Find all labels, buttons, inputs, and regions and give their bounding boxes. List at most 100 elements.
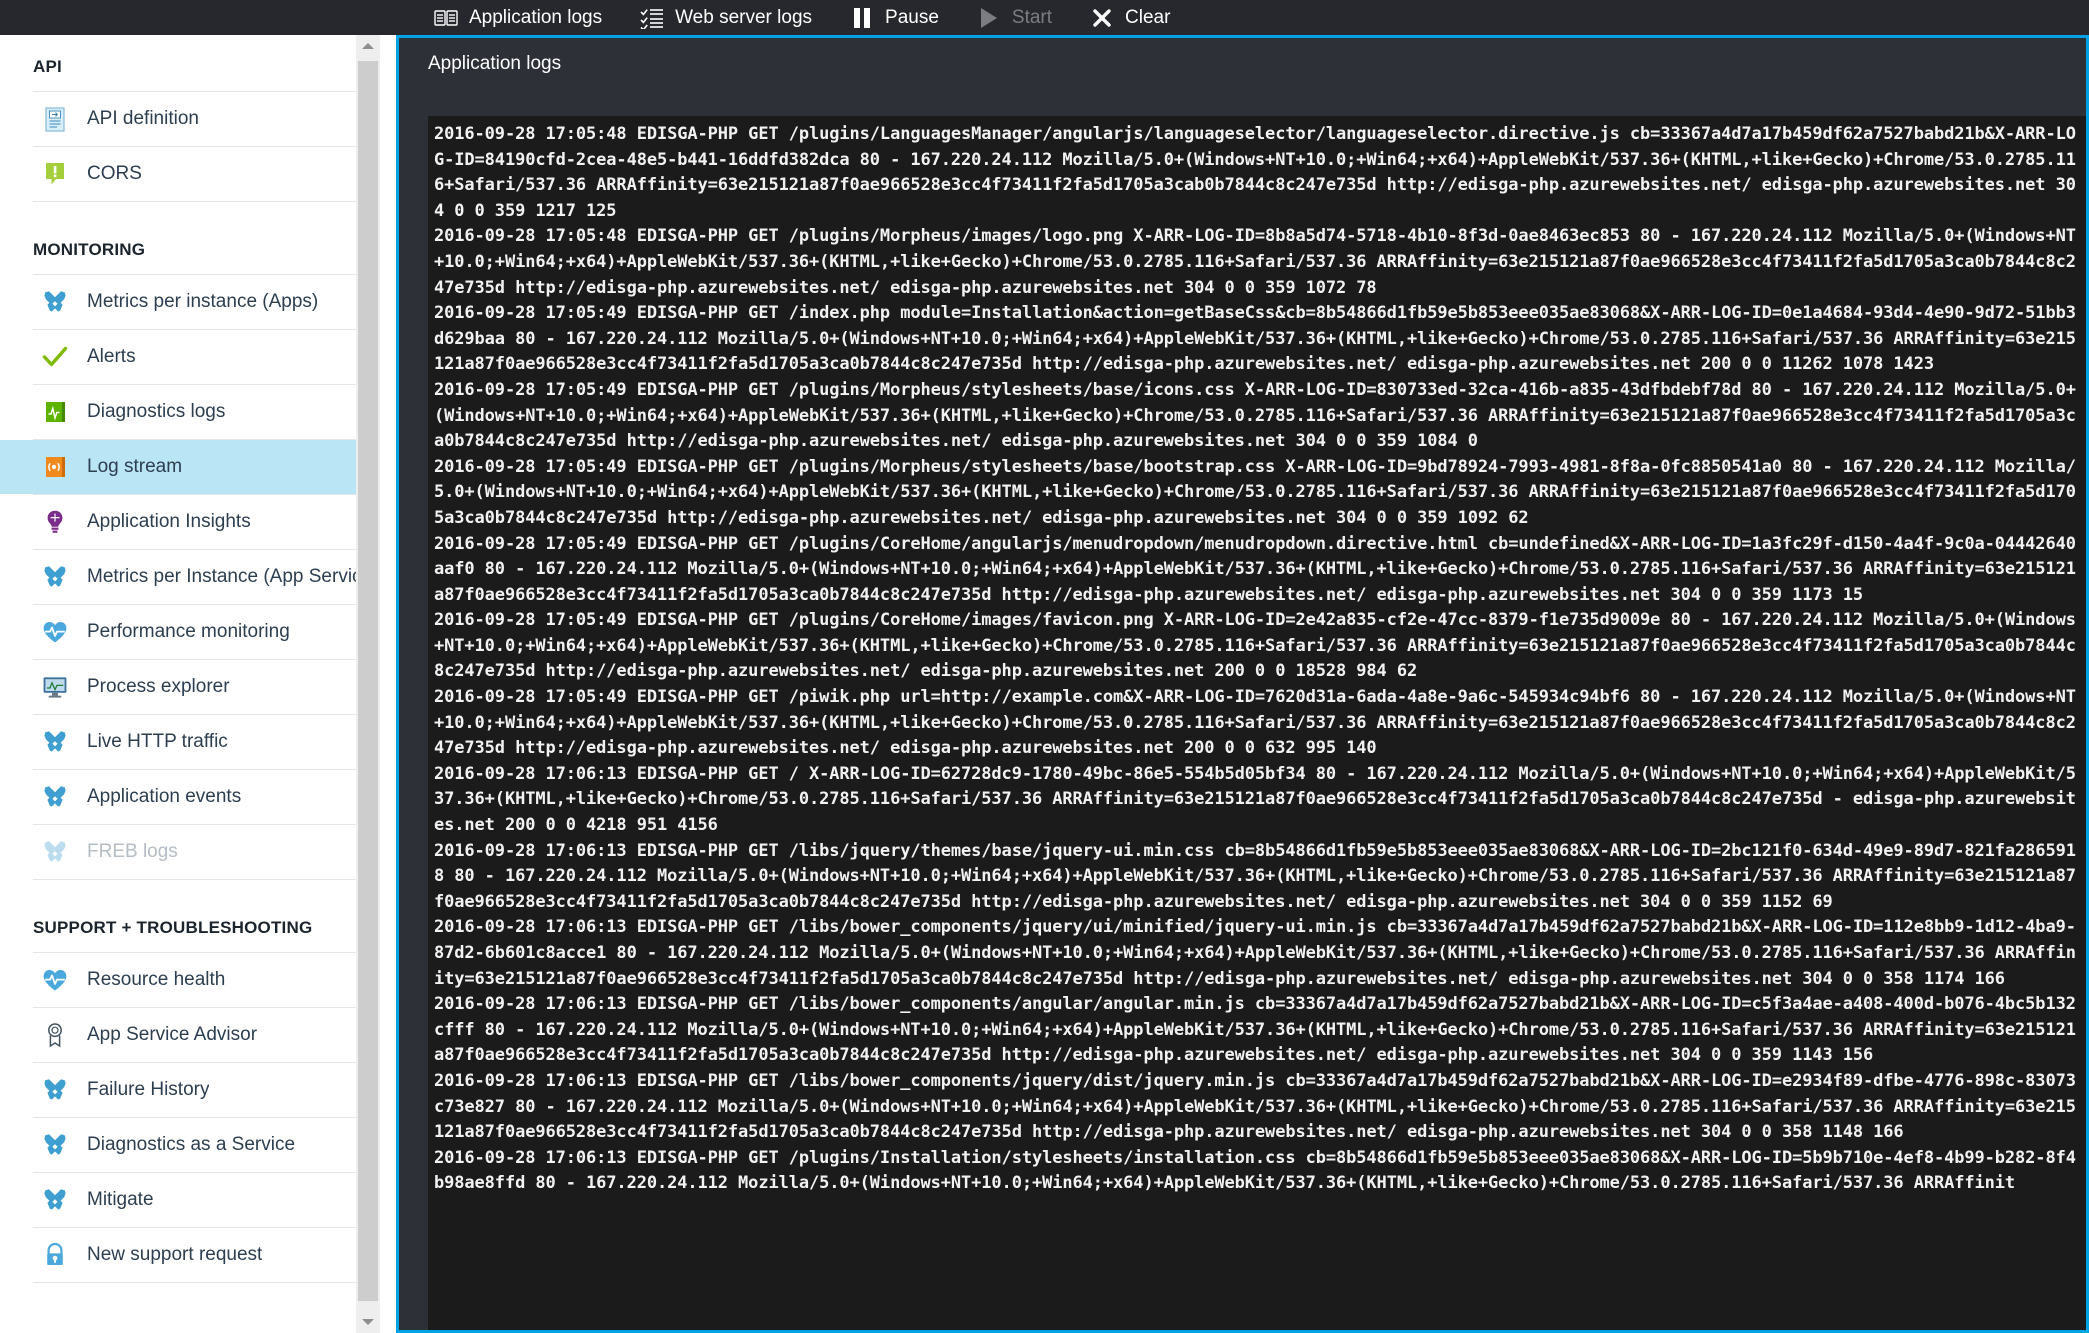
sidebar-item-log-stream[interactable]: Log stream	[0, 440, 380, 494]
log-line: 2016-09-28 17:05:49 EDISGA-PHP GET /plug…	[434, 610, 2076, 682]
log-line: 2016-09-28 17:05:49 EDISGA-PHP GET /plug…	[434, 456, 2076, 528]
sidebar-item-label: Performance monitoring	[87, 621, 290, 642]
sidebar-item-mitigate[interactable]: Mitigate	[0, 1173, 380, 1227]
toolbar-button-label: Clear	[1125, 7, 1171, 28]
book-icon	[434, 7, 458, 29]
log-panel-title: Application logs	[399, 38, 2086, 90]
api-definition-icon	[41, 106, 68, 133]
lightbulb-icon	[41, 509, 68, 536]
log-line: 2016-09-28 17:06:13 EDISGA-PHP GET /libs…	[434, 840, 2076, 912]
checkmark-icon	[41, 344, 68, 371]
toolbar-button-start: Start	[967, 0, 1062, 35]
sidebar-item-label: Diagnostics as a Service	[87, 1134, 296, 1155]
log-stream-icon	[41, 454, 68, 481]
tools-icon	[41, 784, 68, 811]
toolbar-button-application-logs[interactable]: Application logs	[424, 0, 612, 35]
support-request-icon	[41, 1242, 68, 1269]
log-line: 2016-09-28 17:05:48 EDISGA-PHP GET /plug…	[434, 124, 2076, 221]
sidebar-item-label: Metrics per instance (Apps)	[87, 291, 319, 312]
sidebar-item-metrics-per-instance-apps[interactable]: Metrics per instance (Apps)	[0, 275, 380, 329]
sidebar-group-title: API	[33, 57, 62, 76]
log-output[interactable]: 2016-09-28 17:05:48 EDISGA-PHP GET /plug…	[428, 116, 2086, 1330]
sidebar-item-label: Process explorer	[87, 676, 230, 697]
log-stream-toolbar: Application logs Web server logs Pause Star…	[0, 0, 2089, 35]
log-stream-panel: Application logs 2016-09-28 17:05:48 EDI…	[396, 35, 2089, 1333]
toolbar-button-label: Application logs	[469, 7, 603, 28]
tools-icon	[41, 839, 68, 866]
sidebar-item-new-support-request[interactable]: New support request	[0, 1228, 380, 1282]
diagnostics-logs-icon	[41, 399, 68, 426]
scroll-up-arrow-icon[interactable]	[356, 35, 380, 57]
tools-icon	[41, 1132, 68, 1159]
close-x-icon	[1090, 7, 1114, 29]
sidebar-item-metrics-per-instance-app-servic[interactable]: Metrics per Instance (App Servic...	[0, 550, 380, 604]
sidebar-item-label: Alerts	[87, 346, 136, 367]
tools-icon	[41, 1187, 68, 1214]
sidebar-item-alerts[interactable]: Alerts	[0, 330, 380, 384]
divider	[33, 1282, 363, 1283]
play-icon	[977, 7, 1001, 29]
sidebar-item-label: Metrics per Instance (App Servic...	[87, 566, 378, 587]
sidebar-group-title: SUPPORT + TROUBLESHOOTING	[33, 918, 313, 937]
log-line: 2016-09-28 17:06:13 EDISGA-PHP GET /plug…	[434, 1147, 2076, 1194]
sidebar-item-label: CORS	[87, 163, 142, 184]
toolbar-button-label: Pause	[885, 7, 939, 28]
ribbon-icon	[41, 1022, 68, 1049]
sidebar-scrollbar[interactable]	[356, 35, 380, 1333]
toolbar-button-pause[interactable]: Pause	[840, 0, 949, 35]
sidebar-item-cors[interactable]: CORS	[0, 147, 380, 201]
tools-icon	[41, 1077, 68, 1104]
toolbar-button-web-server-logs[interactable]: Web server logs	[630, 0, 822, 35]
sidebar-group-title: MONITORING	[33, 240, 146, 259]
sidebar-item-label: Diagnostics logs	[87, 401, 226, 422]
scroll-down-arrow-icon[interactable]	[356, 1311, 380, 1333]
sidebar-item-live-http-traffic[interactable]: Live HTTP traffic	[0, 715, 380, 769]
heart-pulse-icon	[41, 967, 68, 994]
sidebar-item-freb-logs: FREB logs	[0, 825, 380, 879]
sidebar-item-resource-health[interactable]: Resource health	[0, 953, 380, 1007]
log-line: 2016-09-28 17:06:13 EDISGA-PHP GET /libs…	[434, 1070, 2076, 1143]
sidebar-item-process-explorer[interactable]: Process explorer	[0, 660, 380, 714]
cors-icon	[41, 161, 68, 188]
pause-icon	[850, 7, 874, 29]
sidebar-item-label: Live HTTP traffic	[87, 731, 228, 752]
log-line: 2016-09-28 17:05:49 EDISGA-PHP GET /plug…	[434, 379, 2076, 452]
tools-icon	[41, 564, 68, 591]
monitor-icon	[41, 674, 68, 701]
sidebar-item-label: Application events	[87, 786, 242, 807]
sidebar-item-label: Resource health	[87, 969, 226, 990]
log-line: 2016-09-28 17:05:49 EDISGA-PHP GET /piwi…	[434, 687, 2076, 759]
sidebar-item-api-definition[interactable]: API definition	[0, 92, 380, 146]
log-line: 2016-09-28 17:05:49 EDISGA-PHP GET /plug…	[434, 533, 2076, 605]
tools-icon	[41, 289, 68, 316]
sidebar-item-label: FREB logs	[87, 841, 178, 862]
log-line: 2016-09-28 17:06:13 EDISGA-PHP GET /libs…	[434, 994, 2076, 1066]
sidebar-item-application-insights[interactable]: Application Insights	[0, 495, 380, 549]
sidebar-item-app-service-advisor[interactable]: App Service Advisor	[0, 1008, 380, 1062]
log-line: 2016-09-28 17:06:13 EDISGA-PHP GET / X-A…	[434, 763, 2076, 836]
sidebar-item-diagnostics-as-a-service[interactable]: Diagnostics as a Service	[0, 1118, 380, 1172]
toolbar-button-label: Start	[1011, 7, 1053, 28]
sidebar-item-application-events[interactable]: Application events	[0, 770, 380, 824]
log-stream-page: Application logs Web server logs Pause Star…	[0, 0, 2089, 1333]
sidebar-item-label: API definition	[87, 108, 199, 129]
sidebar-item-label: Application Insights	[87, 511, 251, 532]
sidebar-item-failure-history[interactable]: Failure History	[0, 1063, 380, 1117]
toolbar-button-clear[interactable]: Clear	[1080, 0, 1180, 35]
sidebar-scrollbar-thumb[interactable]	[358, 61, 378, 1301]
toolbar-button-label: Web server logs	[675, 7, 813, 28]
tools-icon	[41, 729, 68, 756]
sidebar-item-label: Log stream	[87, 456, 183, 477]
sidebar-item-label: Mitigate	[87, 1189, 154, 1210]
checklist-icon	[640, 7, 664, 29]
log-line: 2016-09-28 17:05:49 EDISGA-PHP GET /inde…	[434, 303, 2076, 375]
sidebar-item-label: App Service Advisor	[87, 1024, 258, 1045]
log-line: 2016-09-28 17:06:13 EDISGA-PHP GET /libs…	[434, 917, 2076, 989]
sidebar-item-diagnostics-logs[interactable]: Diagnostics logs	[0, 385, 380, 439]
log-line: 2016-09-28 17:05:48 EDISGA-PHP GET /plug…	[434, 226, 2076, 298]
sidebar-item-label: Failure History	[87, 1079, 210, 1100]
sidebar-item-performance-monitoring[interactable]: Performance monitoring	[0, 605, 380, 659]
sidebar-item-label: New support request	[87, 1244, 263, 1265]
